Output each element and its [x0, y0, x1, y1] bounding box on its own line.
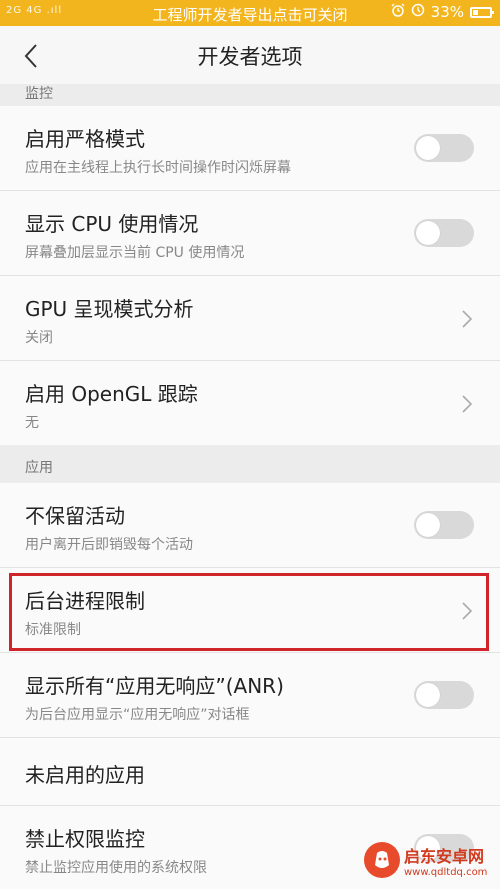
watermark-name: 启东安卓网 [404, 846, 485, 866]
setting-row-strict-mode[interactable]: 启用严格模式 应用在主线程上执行长时间操作时闪烁屏幕 [0, 106, 500, 191]
setting-title: 显示所有“应用无响应”(ANR) [25, 674, 284, 698]
watermark-logo-icon [364, 842, 400, 878]
setting-title: 显示 CPU 使用情况 [25, 212, 199, 236]
setting-row-show-anr[interactable]: 显示所有“应用无响应”(ANR) 为后台应用显示“应用无响应”对话框 [0, 653, 500, 738]
setting-row-gpu-profiling[interactable]: GPU 呈现模式分析 关闭 [0, 276, 500, 361]
setting-title: GPU 呈现模式分析 [25, 297, 194, 321]
section-header-apps: 应用 [0, 445, 500, 483]
cpu-usage-toggle[interactable] [414, 219, 474, 247]
watermark-text: 启东安卓网 www.qdltdq.com [404, 843, 487, 878]
setting-subtitle: 禁止监控应用使用的系统权限 [25, 860, 207, 876]
page-title: 开发者选项 [197, 45, 303, 69]
watermark-url: www.qdltdq.com [404, 866, 488, 878]
highlight-box [9, 573, 489, 651]
toggle-knob [416, 136, 440, 160]
setting-subtitle: 无 [25, 415, 39, 431]
setting-title: 不保留活动 [25, 504, 125, 528]
toggle-knob [416, 513, 440, 537]
setting-row-cpu-usage[interactable]: 显示 CPU 使用情况 屏幕叠加层显示当前 CPU 使用情况 [0, 191, 500, 276]
setting-subtitle: 用户离开后即销毁每个活动 [25, 537, 193, 553]
setting-row-dont-keep-activities[interactable]: 不保留活动 用户离开后即销毁每个活动 [0, 483, 500, 568]
status-right: 33% [391, 3, 494, 21]
setting-title: 未启用的应用 [25, 763, 145, 787]
setting-row-inactive-apps[interactable]: 未启用的应用 [0, 738, 500, 806]
alarm-icon [391, 3, 405, 21]
setting-title: 启用严格模式 [25, 127, 145, 151]
title-bar: 开发者选项 [0, 26, 500, 85]
setting-subtitle: 关闭 [25, 330, 53, 346]
status-bar: 2G 4G .ıll 工程师开发者导出点击可关闭 33% [0, 0, 500, 26]
setting-subtitle: 为后台应用显示“应用无响应”对话框 [25, 707, 250, 723]
setting-subtitle: 屏幕叠加层显示当前 CPU 使用情况 [25, 245, 245, 261]
chevron-right-icon [462, 395, 472, 413]
show-anr-toggle[interactable] [414, 681, 474, 709]
dont-keep-activities-toggle[interactable] [414, 511, 474, 539]
battery-icon [470, 6, 494, 18]
section-header-monitoring: 监控 [0, 84, 500, 106]
battery-percent: 33% [430, 3, 464, 21]
setting-title: 启用 OpenGL 跟踪 [25, 382, 198, 406]
strict-mode-toggle[interactable] [414, 134, 474, 162]
setting-subtitle: 应用在主线程上执行长时间操作时闪烁屏幕 [25, 160, 291, 176]
setting-row-opengl-trace[interactable]: 启用 OpenGL 跟踪 无 [0, 361, 500, 445]
battery-fill [473, 9, 478, 15]
toggle-knob [416, 221, 440, 245]
setting-title: 禁止权限监控 [25, 827, 145, 851]
chevron-right-icon [462, 310, 472, 328]
watermark: 启东安卓网 www.qdltdq.com [364, 837, 492, 883]
clock-icon [411, 3, 425, 21]
toggle-knob [416, 683, 440, 707]
